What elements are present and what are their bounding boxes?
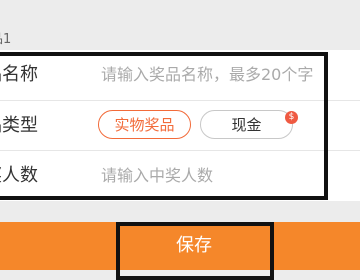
- save-button-label: 保存: [176, 235, 212, 256]
- prize-name-row[interactable]: 品名称 请输入奖品名称，最多20个字: [0, 50, 360, 100]
- prize-section-title: 品1: [0, 32, 12, 47]
- winner-count-row[interactable]: 奖人数 请输入中奖人数: [0, 151, 360, 201]
- prize-type-option-cash[interactable]: 现金: [200, 110, 293, 139]
- winner-count-input[interactable]: 请输入中奖人数: [101, 166, 213, 186]
- prize-type-label: 品类型: [0, 115, 38, 136]
- prize-form: 品名称 请输入奖品名称，最多20个字 品类型 实物奖品 现金 奖人数 请输入中奖…: [0, 50, 360, 201]
- prize-name-label: 品名称: [0, 64, 38, 85]
- prize-name-input[interactable]: 请输入奖品名称，最多20个字: [101, 65, 313, 85]
- dollar-icon: $: [285, 111, 298, 124]
- winner-count-label: 奖人数: [0, 165, 38, 186]
- prize-type-option-physical[interactable]: 实物奖品: [98, 110, 191, 139]
- save-button[interactable]: 保存: [0, 222, 360, 270]
- prize-type-row: 品类型 实物奖品 现金: [0, 101, 360, 151]
